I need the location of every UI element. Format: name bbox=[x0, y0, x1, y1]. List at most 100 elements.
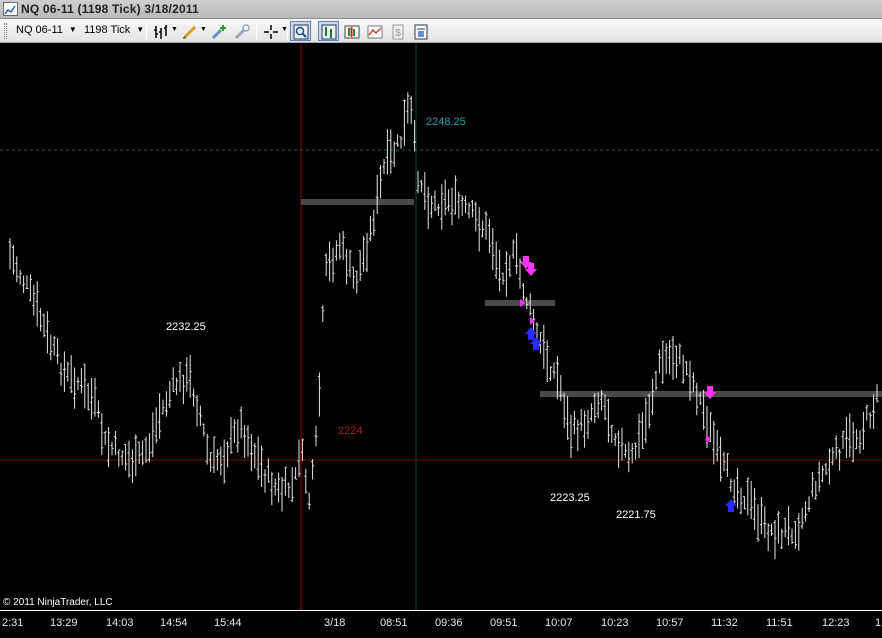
ohlc-bar bbox=[725, 453, 729, 477]
ohlc-bar bbox=[841, 430, 845, 449]
chevron-down-icon: ▼ bbox=[68, 25, 77, 34]
chevron-down-icon: ▼ bbox=[136, 25, 145, 34]
ohlc-bar bbox=[851, 422, 855, 463]
interval-selector[interactable]: 1198 Tick ▼ bbox=[84, 24, 144, 36]
instrument-selector[interactable]: NQ 06-11 ▼ bbox=[16, 24, 77, 36]
ohlc-bar bbox=[25, 275, 29, 290]
ohlc-bar bbox=[766, 523, 770, 551]
ohlc-bar bbox=[719, 436, 723, 482]
ohlc-bar bbox=[868, 412, 872, 429]
time-tick-label: 09:36 bbox=[435, 617, 463, 629]
strategy-remove-button[interactable] bbox=[231, 21, 252, 41]
ohlc-bar bbox=[399, 136, 403, 149]
time-axis[interactable]: 2:31 13:29 14:03 14:54 15:44 3/18 08:51 09:36 09… bbox=[0, 610, 882, 638]
crosshair-button[interactable] bbox=[260, 21, 281, 41]
ohlc-bar bbox=[746, 477, 750, 516]
ohlc-bar bbox=[79, 368, 83, 394]
price-label: 2221.75 bbox=[616, 509, 656, 521]
ohlc-bar bbox=[379, 165, 383, 199]
ohlc-bar bbox=[351, 266, 355, 289]
panel-button[interactable] bbox=[410, 21, 431, 41]
chart-window: NQ 06-11 (1198 Tick) 3/18/2011 NQ 06-11 ▼… bbox=[0, 0, 882, 638]
ohlc-bar bbox=[171, 367, 175, 393]
ohlc-bar bbox=[831, 447, 835, 466]
buy-arrow-marker[interactable] bbox=[725, 499, 737, 512]
ohlc-bar bbox=[793, 521, 797, 549]
sell-arrow-marker[interactable] bbox=[704, 386, 716, 399]
crosshair-icon bbox=[264, 25, 278, 39]
ohlc-bar bbox=[865, 404, 869, 421]
ohlc-bar bbox=[586, 409, 590, 439]
time-tick-label: 15:44 bbox=[214, 617, 242, 629]
ohlc-bar bbox=[59, 362, 63, 386]
ohlc-bar bbox=[447, 189, 451, 212]
toolbar-grip[interactable] bbox=[4, 23, 7, 39]
ohlc-bar bbox=[501, 272, 505, 285]
sell-entry-marker[interactable] bbox=[530, 317, 535, 325]
ohlc-bar bbox=[814, 480, 818, 500]
time-tick-label: 10:57 bbox=[656, 617, 684, 629]
ohlc-bar bbox=[827, 448, 831, 485]
ohlc-bar bbox=[498, 249, 502, 292]
ohlc-bar bbox=[759, 497, 763, 535]
ohlc-bar bbox=[45, 311, 49, 354]
ohlc-bar bbox=[695, 382, 699, 416]
ohlc-bar bbox=[321, 305, 325, 323]
ohlc-bar bbox=[654, 370, 658, 391]
chart-toolbar: NQ 06-11 ▼ 1198 Tick ▼ ▼ ▼ ▼ $ bbox=[0, 19, 882, 43]
price-zone-band[interactable] bbox=[301, 199, 414, 205]
ohlc-bar bbox=[423, 172, 427, 210]
ohlc-bar bbox=[73, 367, 77, 409]
ohlc-bar bbox=[433, 190, 437, 211]
ohlc-bar bbox=[185, 357, 189, 392]
time-tick-label: 12:23 bbox=[822, 617, 850, 629]
title-bar[interactable]: NQ 06-11 (1198 Tick) 3/18/2011 bbox=[0, 0, 882, 19]
data-box-button[interactable] bbox=[341, 21, 362, 41]
zoom-button[interactable] bbox=[290, 21, 311, 41]
strategy-add-button[interactable] bbox=[208, 21, 229, 41]
price-chart-area[interactable]: 2248.25 2232.25 2224 2223.25 2221.75 © 2011 … bbox=[0, 44, 882, 610]
ohlc-bar bbox=[18, 269, 22, 285]
ohlc-bar bbox=[569, 414, 573, 459]
ohlc-bar bbox=[243, 425, 247, 458]
ohlc-bar bbox=[382, 159, 386, 174]
ohlc-bar bbox=[273, 478, 277, 496]
chevron-down-icon[interactable]: ▼ bbox=[171, 26, 178, 33]
ohlc-bar bbox=[141, 440, 145, 466]
ohlc-bar bbox=[290, 467, 294, 503]
money-button[interactable]: $ bbox=[387, 21, 408, 41]
ohlc-bar bbox=[66, 361, 70, 382]
ohlc-bar bbox=[385, 129, 389, 175]
ohlc-bar bbox=[494, 241, 498, 279]
ohlc-bar bbox=[453, 175, 457, 215]
ohlc-bar bbox=[311, 459, 315, 480]
ohlc-bar bbox=[181, 374, 185, 405]
bar-type-icon bbox=[154, 25, 167, 39]
ohlc-bar bbox=[151, 412, 155, 458]
chevron-down-icon[interactable]: ▼ bbox=[200, 26, 207, 33]
indicators-icon bbox=[367, 25, 383, 39]
ohlc-bar bbox=[324, 253, 328, 277]
ohlc-bar bbox=[810, 471, 814, 497]
ohlc-bar bbox=[253, 443, 257, 469]
bar-type-button[interactable] bbox=[150, 21, 171, 41]
ohlc-bar bbox=[508, 255, 512, 277]
ohlc-bar bbox=[419, 179, 423, 193]
indicators-button[interactable] bbox=[364, 21, 385, 41]
ohlc-bar bbox=[202, 423, 206, 437]
ohlc-bar bbox=[773, 520, 777, 560]
price-chart-canvas[interactable]: 2248.25 2232.25 2224 2223.25 2221.75 bbox=[0, 44, 882, 610]
ohlc-bar bbox=[219, 446, 223, 476]
time-tick-label: 2:31 bbox=[2, 617, 24, 629]
instrument-value: NQ 06-11 bbox=[16, 24, 63, 36]
ohlc-bar bbox=[266, 458, 270, 483]
ohlc-bar bbox=[198, 405, 202, 426]
ohlc-bar bbox=[406, 92, 410, 124]
ohlc-bar bbox=[572, 410, 576, 435]
properties-button[interactable] bbox=[318, 21, 339, 41]
ohlc-bar bbox=[212, 436, 216, 473]
properties-icon bbox=[321, 24, 337, 40]
ohlc-bar bbox=[545, 340, 549, 383]
draw-tool-button[interactable] bbox=[179, 21, 200, 41]
panel-icon bbox=[414, 24, 428, 40]
